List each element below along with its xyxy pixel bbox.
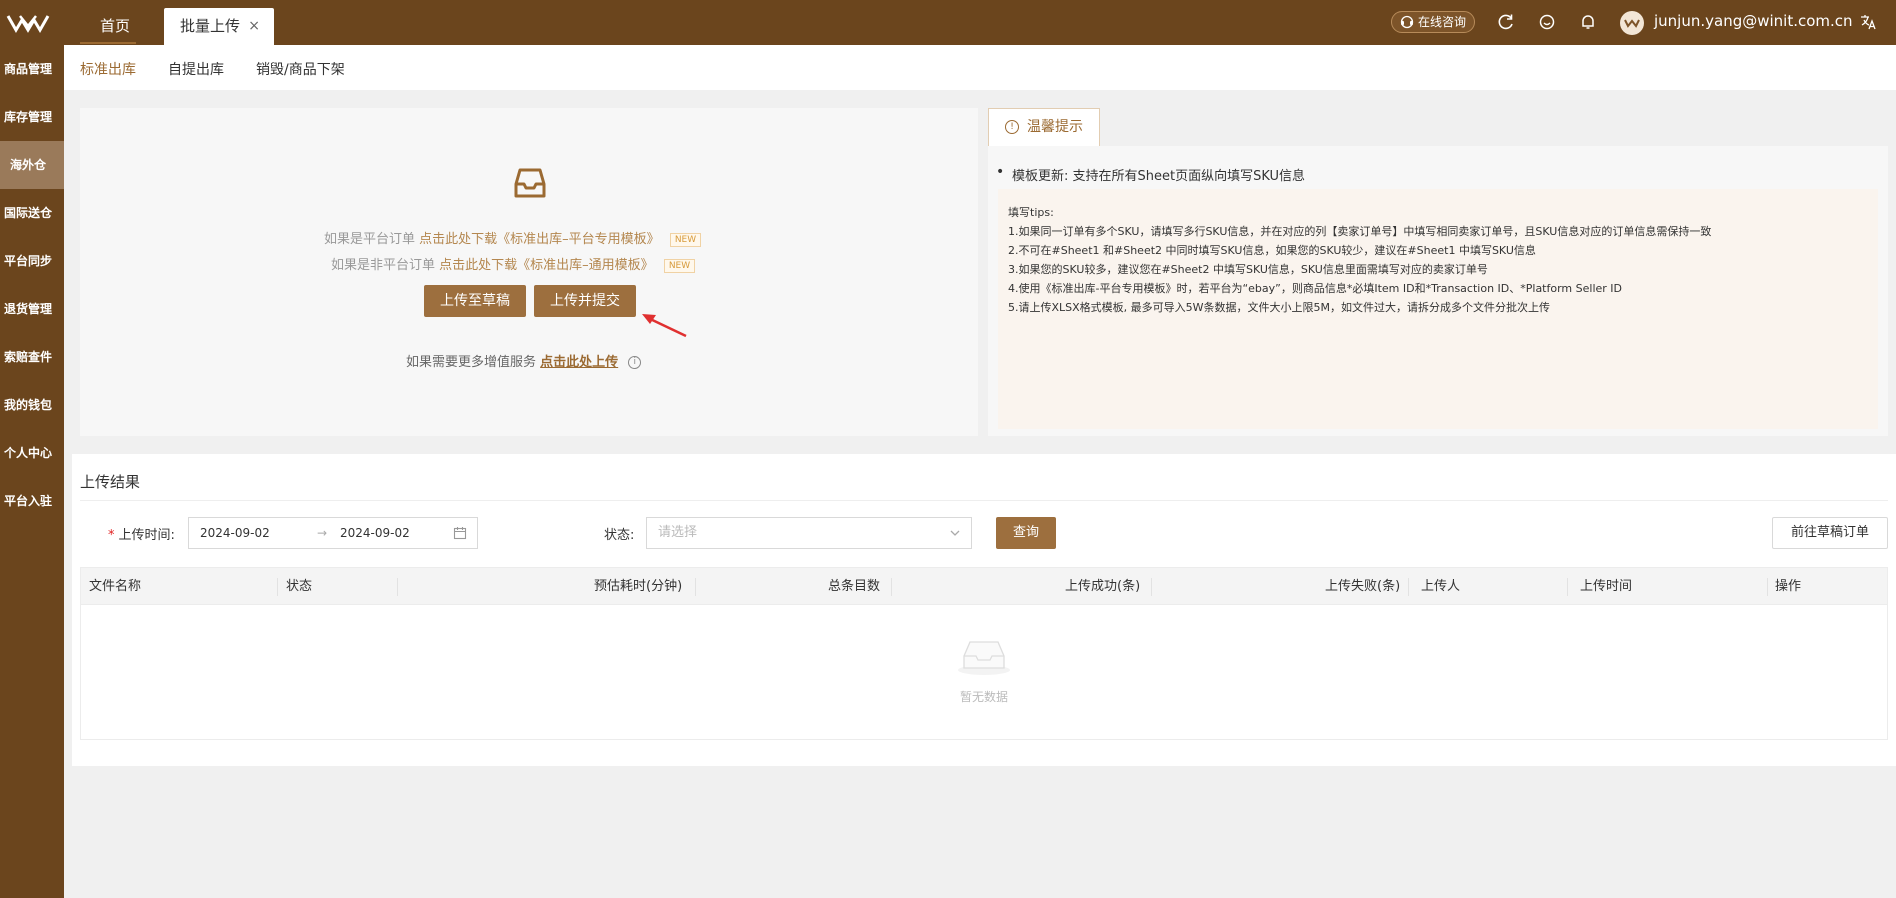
inbox-icon [514, 168, 546, 198]
headset-icon [1400, 15, 1414, 29]
new-badge: NEW [663, 258, 696, 273]
sidebar: 商品管理 库存管理 海外仓 国际送仓 平台同步 退货管理 索赔查件 我的钱包 个… [0, 45, 64, 898]
non-platform-order-text: 如果是非平台订单 [331, 258, 436, 273]
column-header-status: 状态 [286, 579, 313, 594]
bell-icon[interactable] [1578, 12, 1598, 32]
upload-and-submit-button[interactable]: 上传并提交 [534, 285, 636, 317]
value-added-service-line: 如果需要更多增值服务 点击此处上传 i [406, 351, 642, 370]
sidebar-item-returns-management[interactable]: 退货管理 [0, 285, 64, 333]
column-header-upload-success: 上传成功(条) [1065, 579, 1141, 594]
red-arrow-annotation [642, 314, 687, 338]
tips-box: 填写tips: 1.如果同一订单有多个SKU，请填写多行SKU信息，并在对应的列… [998, 189, 1878, 429]
avatar-logo-icon [1624, 19, 1640, 28]
info-icon[interactable]: i [628, 356, 642, 369]
tips-title: 填写tips: [1008, 206, 1054, 219]
warning-icon: ! [1005, 120, 1019, 134]
sidebar-item-wallet[interactable]: 我的钱包 [0, 381, 64, 429]
avatar[interactable] [1620, 11, 1644, 35]
empty-box-icon [958, 641, 1010, 675]
calendar-icon [453, 527, 467, 540]
online-consult-label: 在线咨询 [1418, 15, 1467, 29]
status-select-placeholder: 请选择 [658, 525, 698, 540]
tip-line: 1.如果同一订单有多个SKU，请填写多行SKU信息，并在对应的列【卖家订单号】中… [1008, 225, 1712, 238]
sub-nav: 标准出库 自提出库 销毁/商品下架 [64, 45, 1896, 90]
tab-standard-outbound[interactable]: 标准出库 [80, 59, 136, 79]
start-date-input[interactable]: 2024-09-02 [200, 518, 270, 548]
platform-template-line: 如果是平台订单 点击此处下载《标准出库–平台专用模板》 NEW [324, 228, 702, 247]
tip-line: 5.请上传XLSX格式模板, 最多可导入5W条数据，文件大小上限5M，如文件过大… [1008, 301, 1551, 314]
end-date-input[interactable]: 2024-09-02 [340, 518, 410, 548]
column-header-uploader: 上传人 [1421, 579, 1461, 594]
divider [80, 500, 1888, 501]
winit-logo-icon[interactable] [6, 12, 50, 34]
active-tab-indicator [80, 42, 136, 44]
refresh-icon[interactable] [1496, 12, 1516, 32]
sidebar-item-claims[interactable]: 索赔查件 [0, 333, 64, 381]
column-header-actions: 操作 [1775, 579, 1802, 594]
range-arrow-icon: → [317, 526, 328, 540]
value-added-service-text: 如果需要更多增值服务 [406, 355, 537, 370]
column-header-upload-failed: 上传失败(条) [1325, 579, 1401, 594]
status-select[interactable]: 请选择 [646, 517, 972, 549]
upload-time-label-text: 上传时间: [118, 528, 175, 543]
general-template-line: 如果是非平台订单 点击此处下载《标准出库–通用模板》 NEW [331, 254, 696, 273]
general-template-download-link[interactable]: 点击此处下载《标准出库–通用模板》 [439, 258, 654, 273]
sidebar-item-international-delivery[interactable]: 国际送仓 [0, 189, 64, 237]
empty-state-text: 暂无数据 [959, 690, 1008, 704]
sidebar-item-platform-sync[interactable]: 平台同步 [0, 237, 64, 285]
go-to-draft-orders-button[interactable]: 前往草稿订单 [1772, 517, 1888, 549]
query-button[interactable]: 查询 [996, 517, 1056, 549]
upload-to-draft-button[interactable]: 上传至草稿 [424, 285, 526, 317]
column-header-total-entries: 总条目数 [828, 579, 881, 594]
sidebar-item-overseas-warehouse[interactable]: 海外仓 [0, 141, 64, 189]
tab-batch-upload-label: 批量上传 [180, 17, 241, 35]
top-bar: 首页 批量上传 × 在线咨询 junjun.yang@winit.com.cn [0, 0, 1896, 45]
close-icon[interactable]: × [248, 8, 260, 45]
platform-order-text: 如果是平台订单 [324, 232, 416, 247]
tab-batch-upload[interactable]: 批量上传 × [164, 8, 274, 45]
column-header-upload-time: 上传时间 [1580, 579, 1633, 594]
column-separator [277, 578, 278, 596]
tip-line: 3.如果您的SKU较多，建议您在#Sheet2 中填写SKU信息，SKU信息里面… [1008, 263, 1488, 276]
sidebar-item-platform-onboarding[interactable]: 平台入驻 [0, 477, 64, 525]
template-update-note: 模板更新: 支持在所有Sheet页面纵向填写SKU信息 [996, 164, 1305, 184]
tip-line: 2.不可在#Sheet1 和#Sheet2 中同时填写SKU信息，如果您的SKU… [1008, 244, 1536, 257]
column-header-file-name: 文件名称 [89, 579, 142, 594]
column-header-estimated-time: 预估耗时(分钟) [594, 579, 683, 594]
tips-tab[interactable]: ! 温馨提示 [988, 108, 1100, 146]
translate-icon[interactable] [1858, 12, 1878, 32]
upload-results-title: 上传结果 [80, 473, 141, 491]
status-label: 状态: [604, 528, 635, 543]
column-separator [1567, 578, 1568, 596]
tips-tab-label: 温馨提示 [1027, 119, 1083, 135]
sidebar-item-personal-center[interactable]: 个人中心 [0, 429, 64, 477]
column-separator [891, 578, 892, 596]
required-marker: * [108, 528, 115, 543]
tab-destroy-delist[interactable]: 销毁/商品下架 [256, 59, 345, 79]
results-table-header: 文件名称 状态 预估耗时(分钟) 总条目数 上传成功(条) 上传失败(条) 上传… [80, 567, 1888, 605]
column-separator [695, 578, 696, 596]
sidebar-item-product-management[interactable]: 商品管理 [0, 45, 64, 93]
column-separator [397, 578, 398, 596]
column-separator [1408, 578, 1409, 596]
column-separator [1767, 578, 1768, 596]
sidebar-item-inventory-management[interactable]: 库存管理 [0, 93, 64, 141]
date-range-picker[interactable]: 2024-09-02 → 2024-09-02 [188, 517, 478, 549]
tab-home[interactable]: 首页 [100, 8, 130, 45]
new-badge: NEW [669, 232, 702, 247]
tab-self-pickup-outbound[interactable]: 自提出库 [168, 59, 224, 79]
upload-time-label: * 上传时间: [108, 524, 175, 543]
online-consult-button[interactable]: 在线咨询 [1391, 11, 1475, 33]
value-added-upload-link[interactable]: 点击此处上传 [540, 355, 618, 370]
user-email[interactable]: junjun.yang@winit.com.cn [1654, 12, 1853, 30]
column-separator [1151, 578, 1152, 596]
chevron-down-icon [950, 530, 960, 536]
tip-line: 4.使用《标准出库-平台专用模板》时，若平台为“ebay”，则商品信息*必填It… [1008, 282, 1622, 295]
feedback-icon[interactable] [1537, 12, 1557, 32]
platform-template-download-link[interactable]: 点击此处下载《标准出库–平台专用模板》 [419, 232, 660, 247]
